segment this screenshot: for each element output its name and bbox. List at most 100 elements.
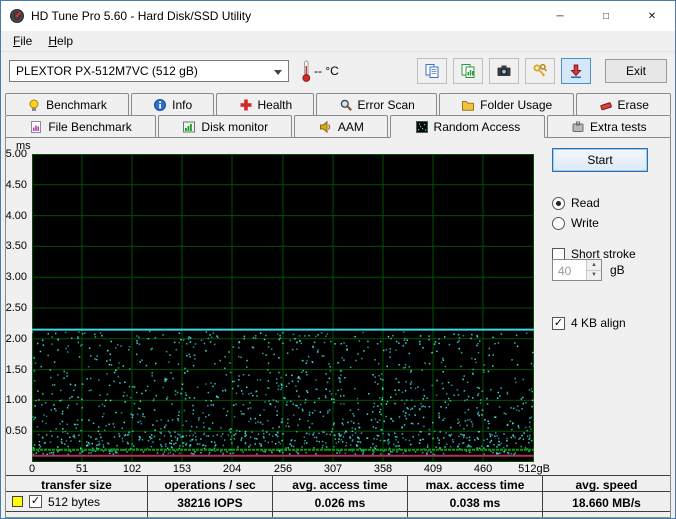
- toolbar: PLEXTOR PX-512M7VC (512 gB) -- °C Exit: [1, 52, 675, 90]
- x-tick-label: 256: [274, 463, 292, 475]
- disk-monitor-icon: [182, 120, 196, 134]
- y-tick-label: 2.00: [6, 333, 27, 345]
- results-table-header: transfer size operations / sec avg. acce…: [6, 475, 670, 492]
- tab-aam[interactable]: AAM: [294, 115, 388, 137]
- max-access-time-cell: 0.038 ms: [407, 492, 542, 512]
- x-tick-label: 0: [29, 463, 35, 475]
- series-color-swatch: [12, 496, 23, 507]
- caption-buttons: ─ □ ✕: [537, 1, 675, 31]
- copy-image-button[interactable]: [453, 58, 483, 84]
- column-header: avg. access time: [272, 475, 407, 492]
- x-tick-label: 512gB: [518, 463, 550, 475]
- drive-selector[interactable]: PLEXTOR PX-512M7VC (512 gB): [9, 60, 289, 82]
- maximize-icon: □: [603, 11, 609, 22]
- health-icon: [239, 98, 253, 112]
- y-tick-label: 0.50: [6, 425, 27, 437]
- x-tick-label: 460: [474, 463, 492, 475]
- x-tick-label: 102: [123, 463, 141, 475]
- tab-health[interactable]: Health: [216, 93, 314, 115]
- tab-folder-usage[interactable]: Folder Usage: [439, 93, 574, 115]
- menu-file[interactable]: File: [5, 32, 40, 50]
- y-tick-label: 2.50: [6, 302, 27, 314]
- magnifier-icon: [339, 98, 353, 112]
- chart-area: [32, 154, 534, 462]
- short-stroke-size-value: 40: [553, 260, 586, 280]
- column-header: transfer size: [6, 475, 147, 492]
- results-table: transfer size operations / sec avg. acce…: [6, 475, 670, 518]
- table-row-partial: [6, 512, 670, 518]
- license-keys-button[interactable]: [525, 58, 555, 84]
- operations-cell: 38216 IOPS: [147, 492, 272, 512]
- app-window: HD Tune Pro 5.60 - Hard Disk/SSD Utility…: [0, 0, 676, 519]
- close-button[interactable]: ✕: [629, 1, 675, 31]
- x-tick-label: 153: [173, 463, 191, 475]
- y-tick-label: 1.00: [6, 394, 27, 406]
- checkbox-checked-icon: ✓: [552, 317, 565, 330]
- toolbar-buttons: [417, 58, 591, 84]
- menu-help[interactable]: Help: [40, 32, 81, 50]
- random-access-page: ms 0.501.001.502.002.503.003.504.004.505…: [5, 137, 671, 518]
- write-radio[interactable]: Write: [552, 215, 599, 231]
- spin-down-icon[interactable]: ▼: [587, 271, 601, 281]
- copy-image-icon: [460, 63, 476, 79]
- download-arrow-icon: [568, 63, 584, 79]
- keys-icon: [532, 63, 548, 79]
- eraser-icon: [599, 98, 613, 112]
- tab-info[interactable]: Info: [131, 93, 214, 115]
- drive-selector-value: PLEXTOR PX-512M7VC (512 gB): [16, 64, 198, 78]
- maximize-button[interactable]: □: [583, 1, 629, 31]
- tab-error-scan[interactable]: Error Scan: [316, 93, 437, 115]
- short-stroke-size-input[interactable]: 40 ▲ ▼: [552, 259, 602, 281]
- avg-access-time-cell: 0.026 ms: [272, 492, 407, 512]
- x-tick-label: 307: [324, 463, 342, 475]
- spinner: ▲ ▼: [586, 260, 601, 280]
- read-radio[interactable]: Read: [552, 195, 600, 211]
- minimize-button[interactable]: ─: [537, 1, 583, 31]
- spin-up-icon[interactable]: ▲: [587, 260, 601, 271]
- tabstrip: Benchmark Info Health Error Scan Folder …: [1, 93, 675, 137]
- column-header: avg. speed: [542, 475, 670, 492]
- y-tick-label: 4.00: [6, 210, 27, 222]
- exit-button[interactable]: Exit: [605, 59, 667, 83]
- tab-row-1: Benchmark Info Health Error Scan Folder …: [5, 93, 671, 115]
- column-header: operations / sec: [147, 475, 272, 492]
- tab-file-benchmark[interactable]: File Benchmark: [5, 115, 156, 137]
- speaker-icon: [319, 120, 333, 134]
- menubar: File Help: [1, 31, 675, 52]
- x-tick-label: 204: [223, 463, 241, 475]
- screenshot-button[interactable]: [489, 58, 519, 84]
- close-icon: ✕: [648, 11, 656, 22]
- start-button[interactable]: Start: [552, 148, 648, 172]
- copy-text-button[interactable]: [417, 58, 447, 84]
- align-checkbox[interactable]: ✓ 4 KB align: [552, 315, 626, 331]
- update-download-button[interactable]: [561, 58, 591, 84]
- radio-selected-icon: [552, 197, 565, 210]
- y-tick-label: 4.50: [6, 179, 27, 191]
- folder-icon: [461, 98, 475, 112]
- window-title: HD Tune Pro 5.60 - Hard Disk/SSD Utility: [31, 9, 251, 23]
- transfer-size-checkbox[interactable]: ✓: [29, 495, 42, 508]
- controls-panel: Start Read Write Short stroke 40 ▲ ▼: [542, 138, 670, 458]
- tab-benchmark[interactable]: Benchmark: [5, 93, 129, 115]
- minimize-icon: ─: [556, 11, 563, 22]
- thermometer-icon: [301, 59, 312, 83]
- tab-disk-monitor[interactable]: Disk monitor: [158, 115, 292, 137]
- file-benchmark-icon: [29, 120, 43, 134]
- short-stroke-unit-label: gB: [610, 263, 625, 277]
- x-tick-label: 51: [76, 463, 88, 475]
- tab-random-access[interactable]: Random Access: [390, 115, 544, 138]
- combobox-arrow-icon: [274, 70, 282, 75]
- table-row: ✓ 512 bytes 38216 IOPS 0.026 ms 0.038 ms…: [6, 492, 670, 512]
- y-tick-label: 3.00: [6, 271, 27, 283]
- info-icon: [153, 98, 167, 112]
- x-tick-label: 409: [424, 463, 442, 475]
- tab-extra-tests[interactable]: Extra tests: [547, 115, 671, 137]
- tab-erase[interactable]: Erase: [576, 93, 671, 115]
- y-axis-labels: 0.501.001.502.002.503.003.504.004.505.00: [6, 154, 30, 462]
- app-icon: [9, 8, 25, 24]
- radio-unselected-icon: [552, 217, 565, 230]
- column-header: max. access time: [407, 475, 542, 492]
- camera-icon: [496, 63, 512, 79]
- copy-text-icon: [424, 63, 440, 79]
- random-access-icon: [415, 120, 429, 134]
